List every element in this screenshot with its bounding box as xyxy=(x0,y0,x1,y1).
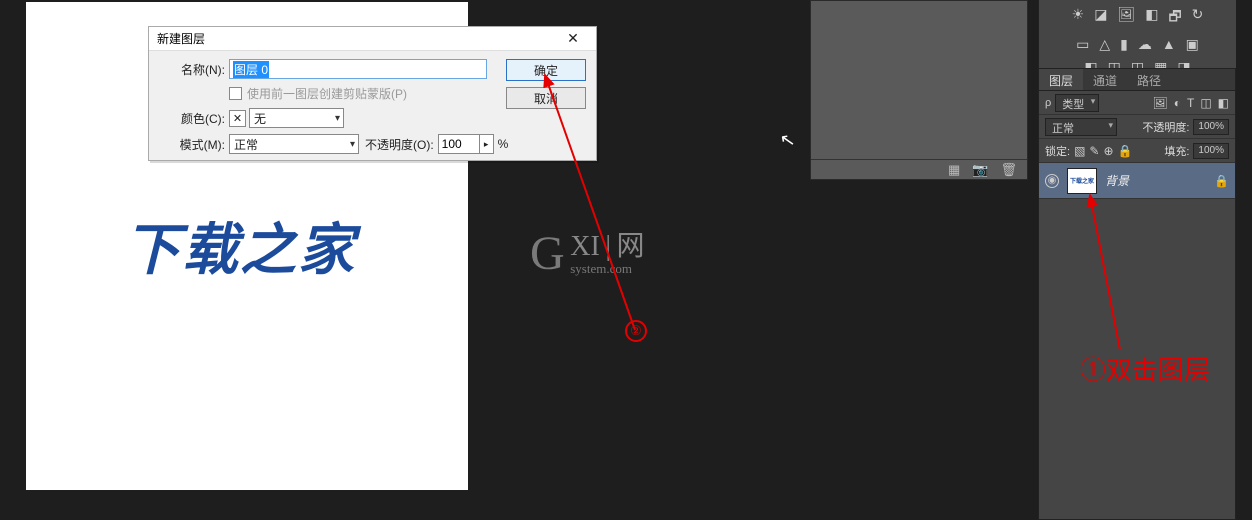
tab-paths[interactable]: 路径 xyxy=(1127,69,1171,90)
mode-label: 模式(M): xyxy=(157,136,225,153)
site-watermark: G XI | 网 system.com xyxy=(530,230,645,280)
opacity-flyout[interactable]: ▸ xyxy=(480,134,494,154)
new-layer-dialog: 新建图层 ✕ 确定 取消 名称(N): 图层 0 使用前一图层创建剪贴蒙版(P)… xyxy=(148,26,597,161)
navigator-panel: ▦ 📷 🗑 xyxy=(810,0,1028,180)
opacity-label: 不透明度(O): xyxy=(365,136,434,153)
name-label: 名称(N): xyxy=(157,61,225,78)
adj-icon[interactable]: 🖼 xyxy=(1117,6,1135,30)
blend-mode-select[interactable]: 正常 xyxy=(1045,118,1117,136)
layer-lock-icon: 🔒 xyxy=(1214,174,1229,188)
layer-opacity-value[interactable]: 100% xyxy=(1193,119,1229,135)
adjustments-panel: ☀ ◪ 🖼 ◧ 🗗 ↻ ▭ △ ▮ ☁ ▲ ▣ ◧ ◫ ◳ ▦ ◨ xyxy=(1038,0,1236,68)
annotation-badge-2: ② xyxy=(625,320,647,342)
canvas-brand-text: 下载之家 xyxy=(124,205,356,286)
tab-layers[interactable]: 图层 xyxy=(1039,69,1083,90)
nav-trash-icon[interactable]: 🗑 xyxy=(1000,162,1017,178)
annotation-text-1: ①双击图层 xyxy=(1080,350,1210,387)
filter-icon[interactable]: ◐ xyxy=(1174,96,1181,110)
opacity-input[interactable] xyxy=(438,134,480,154)
lock-label: 锁定: xyxy=(1045,143,1070,159)
adj-icon[interactable]: ↻ xyxy=(1192,6,1204,30)
adj-icon[interactable]: 🗗 xyxy=(1168,6,1181,30)
opacity-unit: % xyxy=(498,137,509,151)
tab-channels[interactable]: 通道 xyxy=(1083,69,1127,90)
visibility-toggle-icon[interactable]: ◉ xyxy=(1045,174,1059,188)
adj-icon[interactable]: ◪ xyxy=(1094,6,1107,30)
filter-icon[interactable]: 🖼 xyxy=(1152,96,1167,110)
fill-value[interactable]: 100% xyxy=(1193,143,1229,159)
layer-name-label: 背景 xyxy=(1105,172,1129,189)
filter-type-select[interactable]: 类型 xyxy=(1055,94,1099,112)
adj-icon[interactable]: ◧ xyxy=(1145,6,1158,30)
color-label: 颜色(C): xyxy=(157,110,225,127)
mode-select[interactable]: 正常 xyxy=(229,134,359,154)
watermark-g: G xyxy=(530,230,565,278)
no-color-icon: ✕ xyxy=(229,110,246,127)
clip-mask-checkbox[interactable] xyxy=(229,87,242,100)
color-select[interactable]: 无 xyxy=(249,108,344,128)
adj-icon[interactable]: ▲ xyxy=(1162,36,1176,53)
clip-mask-label: 使用前一图层创建剪贴蒙版(P) xyxy=(247,85,407,102)
nav-footer-icon[interactable]: ▦ xyxy=(948,162,960,178)
cancel-button[interactable]: 取消 xyxy=(506,87,586,109)
opacity-label: 不透明度: xyxy=(1142,119,1189,135)
layer-row[interactable]: ◉ 下载之家 背景 🔒 xyxy=(1039,163,1235,199)
fill-label: 填充: xyxy=(1164,143,1189,159)
layers-panel: 图层 通道 路径 ρ 类型 🖼 ◐ T ◫ ◧ 正常 不透明度: 100% 锁定… xyxy=(1038,68,1236,520)
lock-pixels-icon[interactable]: ▧ xyxy=(1074,144,1085,158)
adj-icon[interactable]: ▣ xyxy=(1186,36,1199,53)
layer-thumbnail[interactable]: 下载之家 xyxy=(1067,168,1097,194)
ok-button[interactable]: 确定 xyxy=(506,59,586,81)
filter-icon[interactable]: ◧ xyxy=(1218,96,1229,110)
dialog-close-button[interactable]: ✕ xyxy=(558,29,588,49)
filter-icon[interactable]: T xyxy=(1187,96,1194,110)
filter-icon[interactable]: ◫ xyxy=(1200,96,1211,110)
adj-icon[interactable]: △ xyxy=(1099,36,1110,53)
lock-position-icon[interactable]: ⊕ xyxy=(1103,144,1113,158)
lock-all-icon[interactable]: 🔒 xyxy=(1118,144,1133,158)
adj-icon[interactable]: ☁ xyxy=(1138,36,1152,53)
lock-paint-icon[interactable]: ✎ xyxy=(1089,144,1099,158)
mouse-cursor-icon: ↖ xyxy=(778,129,797,152)
adj-icon[interactable]: ▮ xyxy=(1120,36,1128,53)
adj-icon[interactable]: ☀ xyxy=(1072,6,1085,30)
dialog-title: 新建图层 xyxy=(157,30,205,47)
nav-camera-icon[interactable]: 📷 xyxy=(972,162,988,178)
adj-icon[interactable]: ▭ xyxy=(1076,36,1089,53)
